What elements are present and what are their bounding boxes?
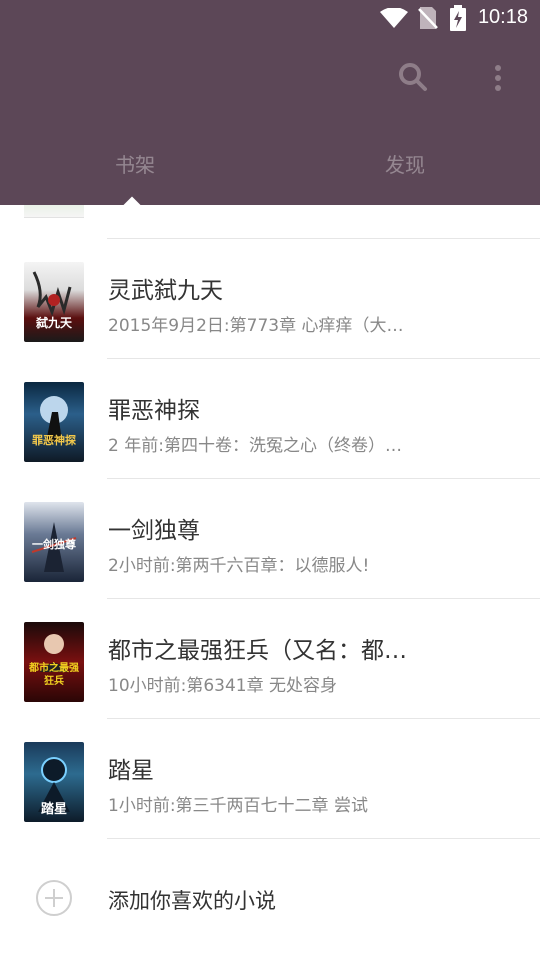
book-cover: 弑九天 bbox=[24, 262, 84, 342]
add-novel-label: 添加你喜欢的小说 bbox=[108, 889, 276, 913]
book-title: 灵武弑九天 bbox=[108, 278, 223, 304]
book-latest-chapter: 2 年前:第四十卷：洗冤之心（终卷）… bbox=[108, 436, 402, 456]
book-latest-chapter: 2015年9月2日:第773章 心痒痒（大… bbox=[108, 316, 404, 336]
app-header: 10:18 书架 发现 bbox=[0, 0, 540, 214]
book-title: 罪恶神探 bbox=[108, 398, 200, 424]
book-row[interactable]: 踏星 踏星 1小时前:第三千两百七十二章 尝试 bbox=[0, 719, 540, 838]
partial-book-cover bbox=[24, 205, 84, 218]
book-cover-title: 都市之最强狂兵 bbox=[29, 663, 79, 687]
book-row[interactable]: 弑九天 灵武弑九天 2015年9月2日:第773章 心痒痒（大… bbox=[0, 239, 540, 358]
book-latest-chapter: 10小时前:第6341章 无处容身 bbox=[108, 676, 338, 696]
add-circle-icon bbox=[36, 880, 72, 916]
tab-bar: 书架 发现 bbox=[0, 125, 540, 214]
book-row[interactable]: 都市之最强狂兵 都市之最强狂兵（又名：都… 10小时前:第6341章 无处容身 bbox=[0, 599, 540, 718]
more-options-icon[interactable] bbox=[494, 64, 502, 92]
book-latest-chapter: 2小时前:第两千六百章：以德服人! bbox=[108, 556, 370, 576]
book-cover: 踏星 bbox=[24, 742, 84, 822]
book-row[interactable]: 罪恶神探 罪恶神探 2 年前:第四十卷：洗冤之心（终卷）… bbox=[0, 359, 540, 478]
book-cover-title: 罪恶神探 bbox=[32, 434, 76, 447]
wifi-icon bbox=[380, 8, 408, 28]
add-novel-button[interactable]: 添加你喜欢的小说 bbox=[0, 840, 540, 955]
tab-discover[interactable]: 发现 bbox=[270, 125, 540, 205]
book-title: 踏星 bbox=[108, 758, 154, 784]
tab-bookshelf[interactable]: 书架 bbox=[0, 125, 270, 205]
book-cover: 一剑独尊 bbox=[24, 502, 84, 582]
book-cover-title: 一剑独尊 bbox=[32, 538, 76, 551]
book-cover: 罪恶神探 bbox=[24, 382, 84, 462]
divider bbox=[107, 838, 540, 839]
status-bar: 10:18 bbox=[0, 0, 540, 36]
clock: 10:18 bbox=[477, 6, 528, 28]
book-latest-chapter: 1小时前:第三千两百七十二章 尝试 bbox=[108, 796, 368, 816]
book-cover-title: 踏星 bbox=[40, 802, 67, 817]
no-sim-icon bbox=[418, 7, 438, 29]
search-icon[interactable] bbox=[398, 62, 428, 92]
book-cover: 都市之最强狂兵 bbox=[24, 622, 84, 702]
book-row[interactable]: 一剑独尊 一剑独尊 2小时前:第两千六百章：以德服人! bbox=[0, 479, 540, 598]
book-cover-title: 弑九天 bbox=[35, 316, 72, 330]
book-title: 一剑独尊 bbox=[108, 518, 200, 544]
battery-charging-icon bbox=[450, 5, 466, 31]
book-title: 都市之最强狂兵（又名：都… bbox=[108, 638, 407, 664]
